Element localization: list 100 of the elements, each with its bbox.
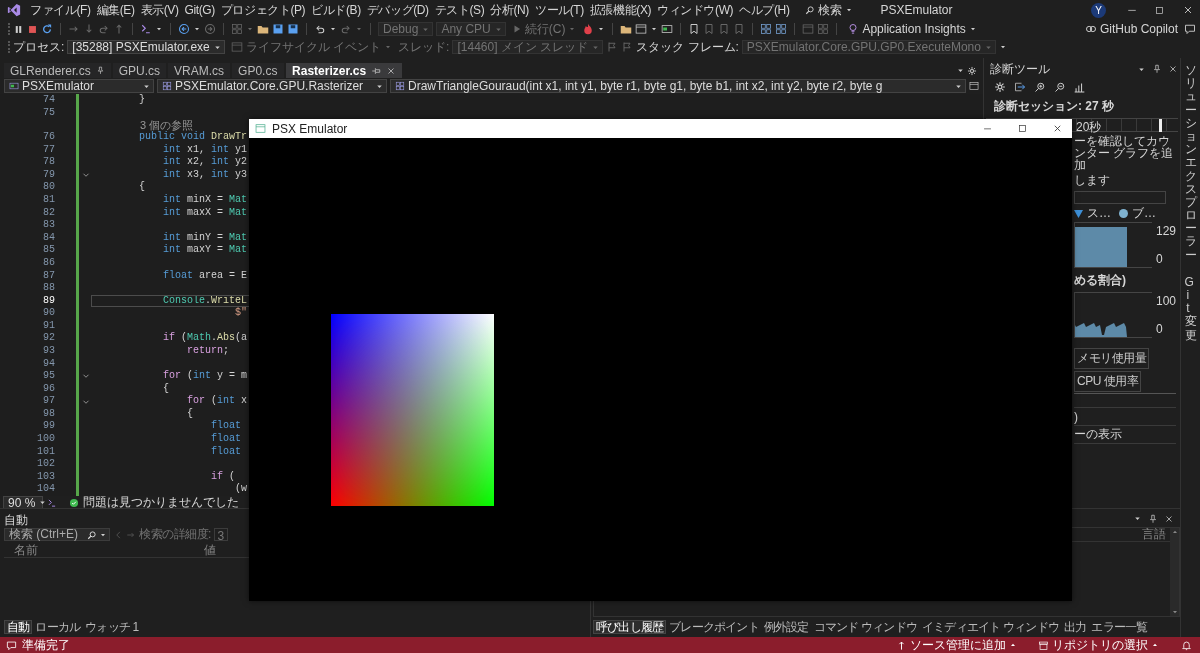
window-title: PSX Emulator	[272, 121, 348, 136]
hint-text: ーを確認してカウンター グラフを追加	[1074, 135, 1175, 171]
code-line: float area = E	[162, 269, 249, 283]
line-number: 75	[42, 106, 55, 120]
code-line: float	[210, 445, 243, 459]
code-line: return;	[186, 345, 231, 358]
search-field[interactable]: 検索 (Ctrl+E)	[4, 528, 110, 541]
member-dropdown[interactable]: DrawTriangleGouraud(int x1, int y1, byte r1, byte g1, byte b1, int x2, int y2, byte r2, byte g	[390, 79, 966, 93]
menu-item[interactable]: ウィンドウ(W)	[654, 1, 737, 19]
axis-label: 0	[1155, 252, 1164, 266]
menu-item[interactable]: デバッグ(D)	[363, 1, 432, 19]
code-line: int minX = Mat	[162, 194, 249, 207]
panel-tab[interactable]: メモリ使用量	[1074, 348, 1149, 369]
side-tab[interactable]: ソリューションエクスプローラー	[1184, 64, 1197, 262]
code-line: (w	[234, 483, 249, 496]
menu-item[interactable]: ツール(T)	[531, 1, 587, 19]
depth-field[interactable]: 3	[213, 528, 228, 541]
menu-item[interactable]: 表示(V)	[137, 1, 182, 19]
source-control-button[interactable]: ソース管理に追加	[893, 636, 1020, 653]
menu-item[interactable]: 分析(N)	[487, 1, 532, 19]
line-number: 86	[42, 256, 55, 270]
line-number: 94	[42, 357, 55, 371]
legend-label: ス…	[1087, 205, 1111, 222]
code-line: int minY = Mat	[162, 231, 249, 244]
line-number: 102	[36, 458, 55, 471]
issues-status: 問題は見つかりませんでした	[83, 494, 239, 508]
line-number: 83	[42, 219, 55, 232]
menu-item[interactable]: 編集(E)	[93, 1, 138, 19]
menu-item[interactable]: Git(G)	[181, 3, 218, 17]
column-header: 値	[204, 542, 216, 559]
line-number: 95	[42, 370, 55, 383]
class-dropdown[interactable]: PSXEmulator.Core.GPU.Rasterizer	[157, 79, 387, 93]
panel-tab[interactable]: CPU 使用率	[1074, 371, 1142, 392]
session-duration: 診断セッション: 27 秒	[993, 98, 1115, 115]
code-line: int x3, int y3	[162, 168, 249, 182]
axis-label: 0	[1155, 322, 1164, 336]
line-number: 90	[42, 307, 55, 320]
line-number: 104	[36, 483, 55, 496]
line-number: 88	[42, 282, 55, 295]
file-tab[interactable]: GP0.cs	[232, 63, 285, 78]
line-number: 79	[42, 168, 55, 182]
code-line: int x2, int y2	[162, 156, 249, 169]
line-number: 85	[42, 244, 55, 257]
file-tab[interactable]: VRAM.cs	[168, 63, 231, 78]
menu-item[interactable]: ファイル(F)	[27, 1, 94, 19]
toolbar-label: スレッド:	[398, 38, 450, 56]
panel-tab[interactable]: ローカル	[33, 620, 83, 634]
repository-button[interactable]: リポジトリの選択	[1035, 636, 1162, 653]
axis-label: 100	[1155, 294, 1176, 308]
menu-item[interactable]: テスト(S)	[431, 1, 488, 19]
window-title: PSXEmulator	[880, 3, 953, 17]
line-number: 91	[42, 319, 55, 333]
column-header: 言語	[1142, 526, 1166, 543]
code-line: $"	[234, 307, 249, 320]
status-message: 準備完了	[22, 636, 70, 653]
search-button[interactable]: 検索	[802, 1, 857, 19]
panel-title: 診断ツール	[990, 60, 1050, 78]
line-number: 87	[42, 269, 55, 283]
code-line: {	[162, 382, 170, 396]
menu-item[interactable]: 拡張機能(X)	[586, 1, 655, 19]
side-tab[interactable]: Git 変更	[1184, 275, 1197, 342]
panel-tab[interactable]: 呼び出し履歴	[593, 620, 667, 634]
panel-tab[interactable]: 出力	[1061, 620, 1089, 634]
panel-tab[interactable]: ブレークポイント	[667, 620, 761, 634]
menu-item[interactable]: ヘルプ(H)	[736, 1, 793, 19]
project-dropdown[interactable]: PSXEmulator	[4, 79, 154, 93]
toolbar-label: スタック フレーム:	[636, 38, 739, 56]
file-tab[interactable]: GPU.cs	[112, 63, 167, 78]
code-line: int maxX = Mat	[162, 206, 249, 220]
line-number: 77	[42, 143, 55, 157]
panel-tab[interactable]: 例外設定	[761, 620, 811, 634]
code-line: }	[138, 94, 146, 107]
avatar[interactable]: Y	[1091, 2, 1106, 18]
menu-item[interactable]: プロジェクト(P)	[217, 1, 309, 19]
code-line: if (	[210, 470, 236, 484]
list-row-text: )	[1074, 409, 1078, 424]
code-line: for (int y = m	[162, 370, 249, 383]
file-tab[interactable]: GLRenderer.cs	[4, 63, 111, 78]
line-number: 89	[42, 294, 55, 308]
line-number: 100	[36, 433, 55, 446]
line-number: 93	[42, 345, 55, 358]
panel-tab[interactable]: エラー一覧	[1089, 620, 1150, 634]
timeline-label: 20秒	[1076, 119, 1102, 135]
menu-item[interactable]: ビルド(B)	[308, 1, 364, 19]
line-number: 97	[42, 395, 55, 408]
line-number: 103	[36, 470, 55, 484]
panel-tab[interactable]: イミディエイト ウィンドウ	[919, 620, 1061, 634]
code-line: for (int x	[186, 395, 249, 408]
panel-tab[interactable]: ウォッチ 1	[83, 620, 141, 634]
copilot-button[interactable]: GitHub Copilot	[1081, 22, 1181, 36]
file-tab[interactable]: Rasterizer.cs	[286, 63, 403, 78]
code-line: {	[138, 181, 146, 195]
reference-link[interactable]: 3 個の参照	[92, 119, 194, 132]
depth-label: 検索の詳細度:	[139, 526, 211, 543]
line-number: 74	[42, 94, 55, 107]
panel-tab[interactable]: コマンド ウィンドウ	[811, 620, 919, 634]
insights-button[interactable]: Application Insights	[844, 22, 980, 36]
code-line: public void DrawTr	[138, 131, 249, 144]
process-dropdown[interactable]: [35288] PSXEmulator.exe	[67, 40, 225, 54]
panel-tab[interactable]: 自動	[4, 620, 33, 634]
